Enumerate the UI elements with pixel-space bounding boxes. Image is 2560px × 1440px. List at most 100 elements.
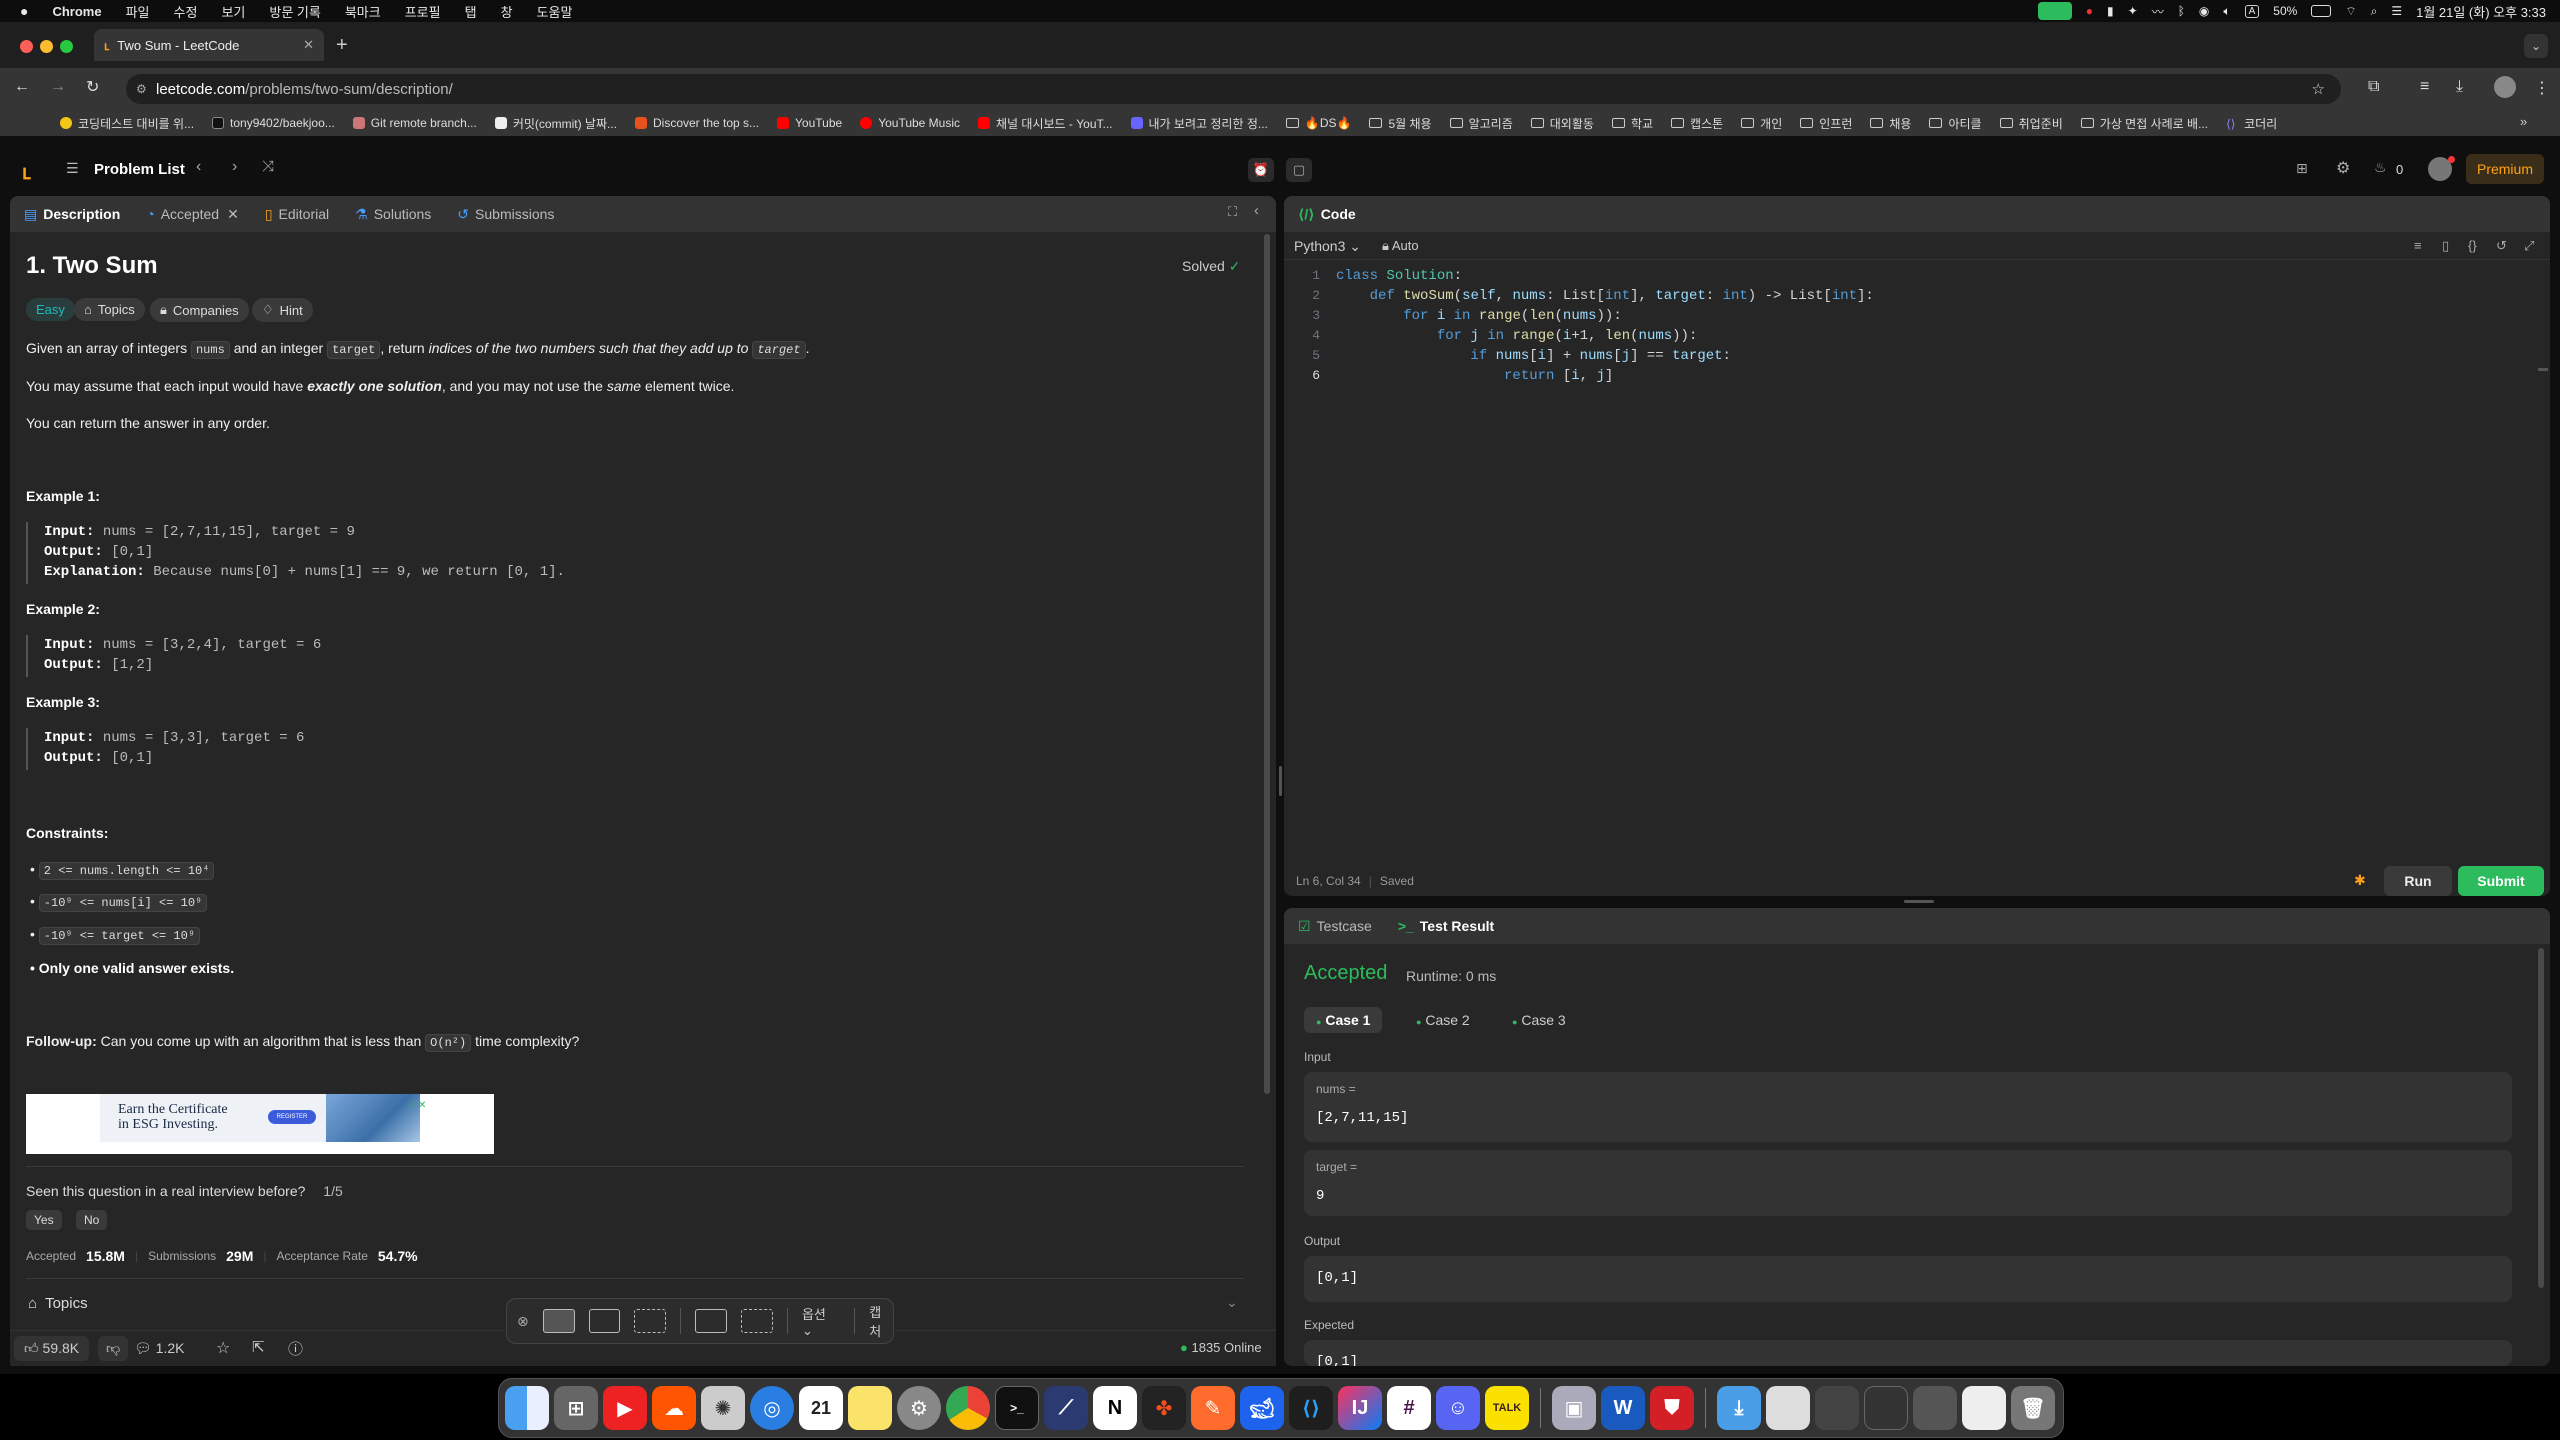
launchpad-icon[interactable]: ⊞ <box>554 1386 598 1430</box>
network-icon[interactable]: ✦ <box>2128 4 2138 18</box>
code-line-4[interactable]: for j in range(i+1, len(nums)): <box>1336 328 1698 348</box>
address-bar[interactable]: ⚙ leetcode.com/problems/two-sum/descript… <box>126 74 2341 104</box>
kakaotalk-icon[interactable]: TALK <box>1485 1386 1529 1430</box>
prev-problem-icon[interactable]: ‹ <box>196 158 201 176</box>
dislike-button[interactable]: 👎︎ <box>98 1336 129 1361</box>
facetime-icon[interactable] <box>2037 2 2072 20</box>
menu-window[interactable]: 창 <box>501 2 513 21</box>
case-tab-2[interactable]: ● Case 2 <box>1404 1007 1482 1033</box>
tab-code[interactable]: ⟨/⟩ Code <box>1298 206 1356 223</box>
braces-icon[interactable]: {} <box>2468 238 2477 253</box>
bluetooth-icon[interactable]: ᛒ <box>2178 4 2185 18</box>
menu-view[interactable]: 보기 <box>221 2 245 21</box>
auto-mode[interactable]: 🔒︎ Auto <box>1382 238 1419 254</box>
bookmark-item[interactable]: Discover the top s... <box>634 116 759 130</box>
menu-tab[interactable]: 탭 <box>465 2 477 21</box>
share-icon[interactable]: ⇱ <box>252 1338 265 1356</box>
back-icon[interactable]: ← <box>14 78 30 96</box>
slack-icon[interactable]: # <box>1387 1386 1431 1430</box>
premium-button[interactable]: Premium <box>2466 154 2544 184</box>
soundcloud-icon[interactable]: ☁ <box>652 1386 696 1430</box>
capture-entire-screen-icon[interactable] <box>542 1309 575 1333</box>
clipboard-icon[interactable]: ▮ <box>2107 4 2114 18</box>
result-scrollbar[interactable] <box>2538 948 2544 1288</box>
bookmark-folder[interactable]: 채용 <box>1870 115 1911 132</box>
new-tab-button[interactable]: + <box>336 34 348 57</box>
notion-icon[interactable]: N <box>1093 1386 1137 1430</box>
screenshot-app-icon[interactable]: ▣ <box>1552 1386 1596 1430</box>
tab-description[interactable]: ▤ Description <box>24 206 120 223</box>
finder-icon[interactable] <box>505 1386 549 1430</box>
bookmark-youtube[interactable]: YouTube <box>777 116 842 130</box>
pdf-app-icon[interactable]: ⛊ <box>1650 1386 1694 1430</box>
tab-accepted[interactable]: ◔ Accepted ✕ <box>146 206 239 223</box>
tab-editorial[interactable]: ▯ Editorial <box>265 206 329 223</box>
recent-file-icon[interactable] <box>1766 1386 1810 1430</box>
menu-history[interactable]: 방문 기록 <box>269 2 320 21</box>
reload-icon[interactable]: ↻ <box>86 77 99 97</box>
spotlight-icon[interactable]: ⌕ <box>2371 4 2378 19</box>
bookmark-folder[interactable]: 🔥DS🔥 <box>1285 116 1351 130</box>
code-line-2[interactable]: def twoSum(self, nums: List[int], target… <box>1336 288 1874 308</box>
tab-submissions[interactable]: ↺ Submissions <box>457 206 554 223</box>
menu-app-name[interactable]: Chrome <box>52 4 101 19</box>
submit-button[interactable]: Submit <box>2458 866 2544 896</box>
bookmark-item[interactable]: ⟨⟩ 코더리 <box>2226 115 2277 132</box>
intellij-icon[interactable]: IJ <box>1338 1386 1382 1430</box>
podcast-app-icon[interactable]: ▶ <box>603 1386 647 1430</box>
code-line-5[interactable]: if nums[i] + nums[j] == target: <box>1336 348 1731 368</box>
shuffle-icon[interactable]: ⤨ <box>262 158 274 175</box>
tab-close-icon[interactable]: ✕ <box>303 37 314 53</box>
topics-pill[interactable]: ⌂ Topics <box>74 298 145 321</box>
fullscreen-icon[interactable]: ⤢ <box>2524 238 2534 254</box>
notes-icon[interactable]: ▢ <box>1286 158 1312 182</box>
system-settings-icon[interactable]: ⚙ <box>897 1386 941 1430</box>
close-tab-icon[interactable]: ✕ <box>227 206 239 222</box>
tab-test-result[interactable]: >_ Test Result <box>1398 918 1494 934</box>
bookmark-item[interactable]: 내가 보려고 정리한 정... <box>1130 115 1268 132</box>
trash-icon[interactable]: 🗑︎ <box>2011 1386 2055 1430</box>
capture-selection-icon[interactable] <box>634 1309 667 1333</box>
hint-pill[interactable]: ♢ Hint <box>252 298 313 322</box>
menu-file[interactable]: 파일 <box>126 2 150 21</box>
recent-file-icon[interactable] <box>1913 1386 1957 1430</box>
menu-profile[interactable]: 프로필 <box>405 2 441 21</box>
bookmark-folder[interactable]: 인프런 <box>1800 115 1852 132</box>
notes-app-icon[interactable] <box>848 1386 892 1430</box>
horizontal-splitter[interactable] <box>1904 900 1934 903</box>
reading-list-icon[interactable]: ≡ <box>2420 78 2429 96</box>
close-circle-icon[interactable]: ⊗ <box>517 1313 529 1330</box>
bookmark-folder[interactable]: 캡스톤 <box>1671 115 1723 132</box>
format-icon[interactable]: ≡ <box>2414 238 2422 253</box>
timer-icon[interactable]: ⏰ <box>1248 158 1274 182</box>
bookmark-item[interactable]: 커밋(commit) 날짜... <box>494 115 617 132</box>
vertical-splitter[interactable] <box>1279 766 1282 796</box>
terminal-icon[interactable]: >_ <box>995 1386 1039 1430</box>
safari-icon[interactable]: ◎ <box>750 1386 794 1430</box>
menu-bookmarks[interactable]: 북마크 <box>345 2 381 21</box>
downloads-icon[interactable]: ⤓ <box>2456 78 2463 96</box>
calendar-icon[interactable]: 21 <box>799 1386 843 1430</box>
ad-register-button[interactable]: REGISTER <box>268 1110 316 1124</box>
window-minimize-button[interactable] <box>40 40 53 53</box>
description-scrollbar[interactable] <box>1264 234 1270 1094</box>
docker-icon[interactable]: 🐋︎ <box>1240 1386 1284 1430</box>
run-button[interactable]: Run <box>2384 866 2452 896</box>
bookmark-item[interactable]: 채널 대시보드 - YouT... <box>978 115 1113 132</box>
control-center-icon[interactable]: ☰ <box>2391 4 2402 18</box>
bookmark-folder[interactable]: 대외활동 <box>1530 115 1594 132</box>
chevron-down-icon[interactable]: ⌄ <box>1226 1294 1238 1311</box>
bookmark-item[interactable]: tony9402/baekjoo... <box>212 116 335 130</box>
interview-yes-button[interactable]: Yes <box>26 1210 62 1230</box>
vpn-app-icon[interactable]: ⟋ <box>1044 1386 1088 1430</box>
leetcode-logo-icon[interactable]: ⳑ <box>22 158 31 185</box>
problem-list-link[interactable]: Problem List <box>94 161 185 178</box>
chrome-icon[interactable] <box>946 1386 990 1430</box>
window-close-button[interactable] <box>20 40 33 53</box>
recent-file-icon[interactable] <box>1815 1386 1859 1430</box>
tab-search-button[interactable]: ⌄ <box>2524 34 2548 58</box>
bookmark-item[interactable]: Git remote branch... <box>352 116 477 130</box>
battery-icon[interactable] <box>2311 5 2332 17</box>
play-icon[interactable]: ◉ <box>2199 4 2209 18</box>
debug-icon[interactable]: ✱ <box>2354 872 2366 889</box>
